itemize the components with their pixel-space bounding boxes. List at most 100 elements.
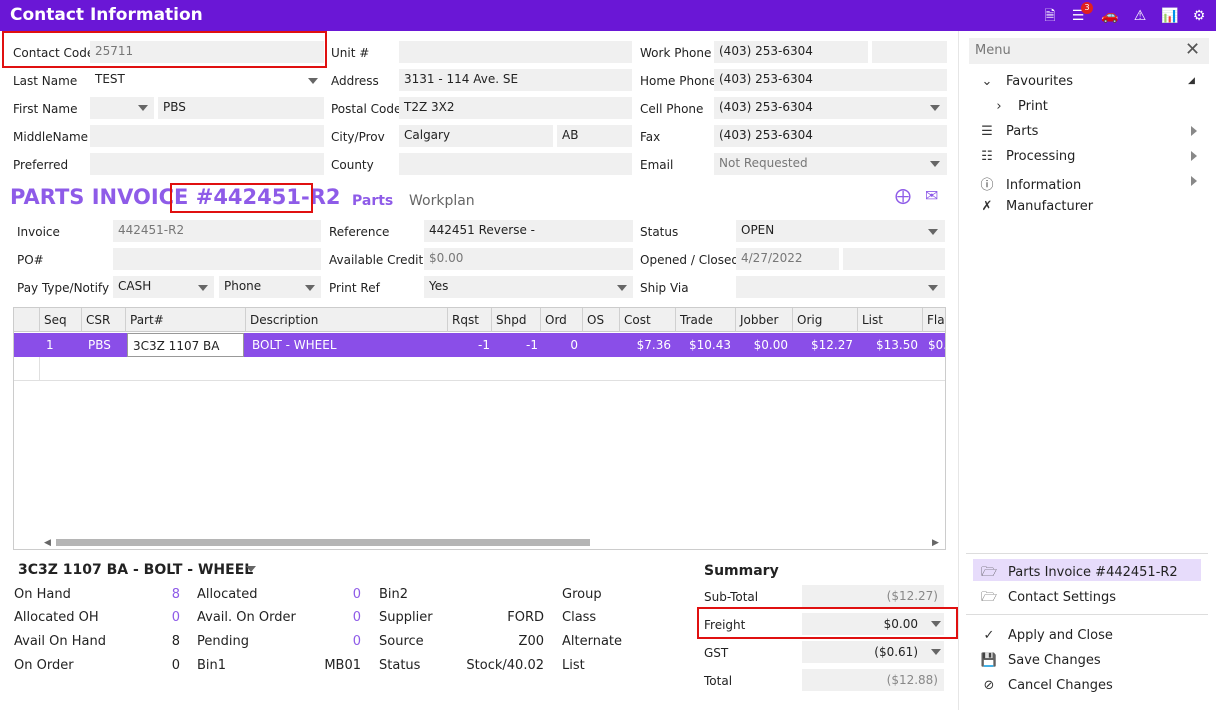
open-item-parts-invoice[interactable]: 🗁 Parts Invoice #442451-R2 xyxy=(980,563,1178,585)
chevron-right-icon xyxy=(1191,151,1197,161)
cell-orig: $12.27 xyxy=(811,338,853,352)
province-field[interactable]: AB xyxy=(557,125,632,147)
allocated-oh-value[interactable]: 0 xyxy=(140,610,180,625)
gst-field[interactable]: ($0.61) xyxy=(802,641,944,663)
menu-item-favourites[interactable]: ⌄ Favourites xyxy=(978,74,1073,89)
work-phone-ext-field[interactable] xyxy=(872,41,947,63)
home-phone-field[interactable]: (403) 253-6304 xyxy=(714,69,947,91)
chevron-down-icon[interactable] xyxy=(308,78,318,84)
email-field[interactable]: Not Requested xyxy=(714,153,947,175)
tab-parts[interactable]: Parts xyxy=(352,193,393,209)
chevron-down-icon[interactable] xyxy=(246,566,256,572)
comments-icon[interactable]: ✉ xyxy=(925,186,938,205)
close-icon[interactable]: ✕ xyxy=(1185,39,1200,60)
on-hand-value[interactable]: 8 xyxy=(140,587,180,602)
first-name-label: First Name xyxy=(13,102,78,116)
menu-item-manufacturer[interactable]: ✗ Manufacturer xyxy=(978,199,1094,214)
col-part[interactable]: Part# xyxy=(126,308,246,332)
chevron-down-icon[interactable] xyxy=(198,285,208,291)
check-icon: ✓ xyxy=(983,628,995,643)
row-selector-header[interactable] xyxy=(14,308,40,332)
col-ord[interactable]: Ord xyxy=(541,308,583,332)
preferred-field[interactable] xyxy=(90,153,324,175)
pending-value[interactable]: 0 xyxy=(321,634,361,649)
scrollbar-thumb[interactable] xyxy=(56,539,590,546)
note-icon[interactable]: 🗎 xyxy=(1040,6,1060,26)
col-orig[interactable]: Orig xyxy=(793,308,858,332)
col-trade[interactable]: Trade xyxy=(676,308,736,332)
new-row[interactable] xyxy=(14,357,945,381)
unit-field[interactable] xyxy=(399,41,632,63)
title-bar: Contact Information 🗎 ☰ 3 🚗 ⚠ 📊 ⚙ xyxy=(0,0,1216,31)
col-shpd[interactable]: Shpd xyxy=(492,308,541,332)
fax-field[interactable]: (403) 253-6304 xyxy=(714,125,947,147)
last-name-field[interactable]: TEST xyxy=(90,69,324,91)
col-list[interactable]: List xyxy=(858,308,923,332)
invoice-label: Invoice xyxy=(17,225,60,239)
chart-icon[interactable]: 📊 xyxy=(1160,6,1180,26)
car-icon[interactable]: 🚗 xyxy=(1100,6,1120,26)
county-field[interactable] xyxy=(399,153,632,175)
closed-date-field[interactable] xyxy=(843,248,945,270)
parts-grid[interactable]: Seq CSR Part# Description Rqst Shpd Ord … xyxy=(13,307,946,550)
reference-field[interactable]: 442451 Reverse - xyxy=(424,220,633,242)
apply-and-close-button[interactable]: ✓ Apply and Close xyxy=(980,628,1113,643)
last-name-label: Last Name xyxy=(13,74,78,88)
table-row[interactable]: 1 PBS 3C3Z 1107 BA BOLT - WHEEL -1 -1 0 … xyxy=(14,333,945,357)
new-row-selector[interactable] xyxy=(14,357,40,381)
chevron-down-icon[interactable] xyxy=(928,285,938,291)
add-document-icon[interactable]: ⨁ xyxy=(895,186,911,205)
allocated-value[interactable]: 0 xyxy=(321,587,361,602)
preferred-label: Preferred xyxy=(13,158,69,172)
menu-search[interactable]: Menu ✕ xyxy=(969,38,1209,64)
menu-item-information[interactable]: ⓘ Information xyxy=(978,174,1081,193)
chevron-down-icon[interactable] xyxy=(931,649,941,655)
col-seq[interactable]: Seq xyxy=(40,308,82,332)
chevron-down-icon[interactable] xyxy=(617,285,627,291)
status-select[interactable]: OPEN xyxy=(736,220,945,242)
chevron-right-icon xyxy=(1191,126,1197,136)
cell-part-editor[interactable]: 3C3Z 1107 BA xyxy=(127,333,244,357)
first-name-field[interactable]: PBS xyxy=(158,97,324,119)
city-field[interactable]: Calgary xyxy=(399,125,553,147)
warning-icon[interactable]: ⚠ xyxy=(1130,6,1150,26)
chevron-down-icon[interactable] xyxy=(138,105,148,111)
settings-icon[interactable]: ⚙ xyxy=(1189,6,1209,26)
scroll-right-icon[interactable]: ▶ xyxy=(932,538,939,548)
horizontal-scrollbar[interactable]: ◀ ▶ xyxy=(14,535,945,549)
middle-name-field[interactable] xyxy=(90,125,324,147)
chevron-down-icon[interactable] xyxy=(928,229,938,235)
menu-item-processing[interactable]: ☷ Processing xyxy=(978,149,1075,164)
col-os[interactable]: OS xyxy=(583,308,620,332)
opened-date-field[interactable]: 4/27/2022 xyxy=(736,248,839,270)
col-jobber[interactable]: Jobber xyxy=(736,308,793,332)
postal-code-field[interactable]: T2Z 3X2 xyxy=(399,97,632,119)
address-label: Address xyxy=(331,74,379,88)
save-changes-button[interactable]: 💾 Save Changes xyxy=(980,653,1101,668)
col-cost[interactable]: Cost xyxy=(620,308,676,332)
home-phone-label: Home Phone xyxy=(640,74,717,88)
cell-phone-field[interactable]: (403) 253-6304 xyxy=(714,97,947,119)
menu-item-parts[interactable]: ☰ Parts xyxy=(978,124,1038,139)
invoice-field[interactable]: 442451-R2 xyxy=(113,220,321,242)
cancel-changes-button[interactable]: ⊘ Cancel Changes xyxy=(980,678,1113,693)
work-phone-field[interactable]: (403) 253-6304 xyxy=(714,41,868,63)
chevron-down-icon[interactable] xyxy=(305,285,315,291)
scroll-left-icon[interactable]: ◀ xyxy=(44,538,51,548)
po-field[interactable] xyxy=(113,248,321,270)
chevron-down-icon[interactable] xyxy=(930,105,940,111)
avail-on-order-value[interactable]: 0 xyxy=(321,610,361,625)
col-flat[interactable]: Flat xyxy=(923,308,945,332)
ship-via-select[interactable] xyxy=(736,276,945,298)
col-description[interactable]: Description xyxy=(246,308,448,332)
col-csr[interactable]: CSR xyxy=(82,308,126,332)
address-field[interactable]: 3131 - 114 Ave. SE xyxy=(399,69,632,91)
open-item-contact-settings[interactable]: 🗁 Contact Settings xyxy=(980,588,1116,610)
col-rqst[interactable]: Rqst xyxy=(448,308,492,332)
tab-workplan[interactable]: Workplan xyxy=(409,193,475,209)
print-ref-select[interactable]: Yes xyxy=(424,276,633,298)
list-icon[interactable]: ☰ 3 xyxy=(1068,2,1093,26)
chevron-down-icon[interactable] xyxy=(930,161,940,167)
menu-item-print[interactable]: › Print xyxy=(990,99,1048,114)
gst-label: GST xyxy=(704,646,729,660)
